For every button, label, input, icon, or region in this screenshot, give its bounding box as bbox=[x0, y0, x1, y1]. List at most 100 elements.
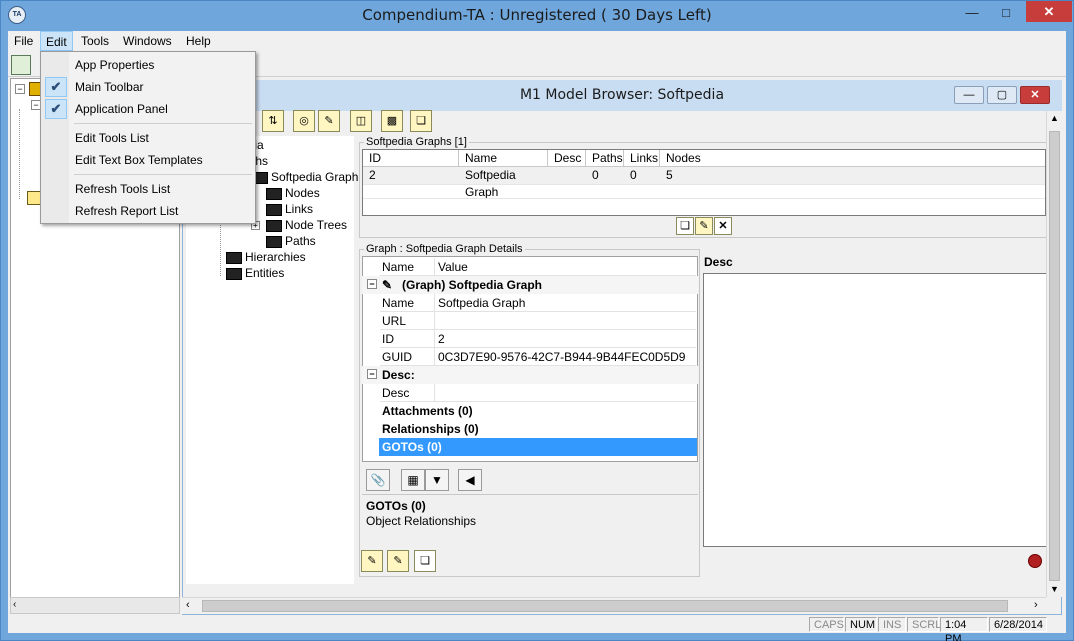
menu-item-app-properties[interactable]: App Properties bbox=[42, 54, 254, 76]
child-horizontal-scrollbar[interactable]: ‹ › bbox=[182, 597, 1046, 614]
table-cell: 0 bbox=[630, 168, 637, 182]
menu-item-refresh-report-list[interactable]: Refresh Report List bbox=[42, 200, 254, 222]
property-value[interactable] bbox=[434, 384, 696, 402]
property-value[interactable]: 2 bbox=[434, 330, 696, 348]
copy-icon[interactable]: ❏ bbox=[414, 550, 436, 572]
column-header-nodes[interactable]: Nodes bbox=[660, 150, 1045, 167]
menu-edit[interactable]: Edit bbox=[40, 31, 73, 51]
tree-item-paths[interactable]: Paths bbox=[266, 233, 316, 249]
scroll-thumb[interactable] bbox=[1049, 131, 1060, 581]
window-title: Compendium-TA : Unregistered ( 30 Days L… bbox=[362, 6, 712, 24]
menu-item-edit-text-box-templates[interactable]: Edit Text Box Templates bbox=[42, 149, 254, 171]
menu-item-application-panel[interactable]: ✔ Application Panel bbox=[42, 98, 254, 120]
child-vertical-scrollbar[interactable]: ▲ ▼ bbox=[1046, 111, 1062, 597]
property-name: Desc bbox=[380, 384, 434, 402]
minimize-button[interactable]: — bbox=[958, 2, 986, 24]
gotos-row[interactable]: GOTOs (0) bbox=[379, 438, 697, 456]
edit-icon[interactable]: ✎ bbox=[318, 110, 340, 132]
relationships-row[interactable]: Relationships (0) bbox=[362, 420, 698, 438]
desc-section-label: Desc: bbox=[382, 368, 415, 382]
menu-item-refresh-tools-list[interactable]: Refresh Tools List bbox=[42, 178, 254, 200]
property-value[interactable]: Softpedia Graph bbox=[434, 294, 696, 312]
caps-indicator: CAPS bbox=[809, 617, 844, 632]
column-header-name[interactable]: Name bbox=[459, 150, 548, 167]
attach-icon[interactable]: 📎 bbox=[366, 469, 390, 491]
tree-item-entities[interactable]: Entities bbox=[226, 265, 284, 281]
graph-section-header[interactable]: − ✎ (Graph) Softpedia Graph bbox=[362, 276, 698, 294]
copy-icon[interactable]: ❏ bbox=[410, 110, 432, 132]
expand-toggle[interactable]: − bbox=[15, 84, 25, 94]
left-horizontal-scrollbar[interactable]: ‹ bbox=[10, 597, 180, 614]
desc-textbox[interactable] bbox=[703, 273, 1047, 547]
scroll-thumb[interactable] bbox=[202, 600, 1008, 612]
status-time: 1:04 PM bbox=[940, 617, 988, 641]
column-header-desc[interactable]: Desc bbox=[548, 150, 586, 167]
report-icon[interactable] bbox=[27, 191, 41, 205]
maximize-button[interactable]: □ bbox=[992, 2, 1020, 24]
table-cell: 2 bbox=[369, 168, 376, 182]
column-header-links[interactable]: Links bbox=[624, 150, 660, 167]
collapse-toggle[interactable]: − bbox=[367, 369, 377, 379]
folder-icon bbox=[266, 219, 282, 232]
report-icon[interactable]: ▩ bbox=[381, 110, 403, 132]
menu-tools[interactable]: Tools bbox=[76, 31, 114, 51]
edit-graph-icon[interactable]: ✎ bbox=[695, 217, 713, 235]
delete-graph-icon[interactable]: ✕ bbox=[714, 217, 732, 235]
menu-file[interactable]: File bbox=[9, 31, 38, 51]
property-row[interactable]: ID 2 bbox=[362, 330, 698, 348]
dropdown-arrow-icon[interactable]: ▼ bbox=[425, 469, 449, 491]
property-value[interactable]: 0C3D7E90-9576-42C7-B944-9B44FEC0D5D9 bbox=[434, 348, 696, 366]
tree-item-links[interactable]: Links bbox=[266, 201, 313, 217]
menu-item-edit-tools-list[interactable]: Edit Tools List bbox=[42, 127, 254, 149]
column-header-paths[interactable]: Paths bbox=[586, 150, 624, 167]
property-row[interactable]: Desc bbox=[362, 384, 698, 402]
scroll-left-icon[interactable]: ‹ bbox=[186, 599, 190, 611]
stop-icon[interactable] bbox=[1028, 554, 1042, 568]
menu-item-main-toolbar[interactable]: ✔ Main Toolbar bbox=[42, 76, 254, 98]
details-group-label: Graph : Softpedia Graph Details bbox=[364, 243, 525, 255]
back-icon[interactable]: ◀ bbox=[458, 469, 482, 491]
folder-icon bbox=[266, 235, 282, 248]
menu-windows[interactable]: Windows bbox=[118, 31, 177, 51]
tree-item-nodes[interactable]: Nodes bbox=[266, 185, 320, 201]
child-close-button[interactable]: ✕ bbox=[1020, 86, 1050, 104]
column-header-value[interactable]: Value bbox=[434, 258, 696, 276]
panel-toggle-icon[interactable] bbox=[11, 55, 31, 75]
tree-item-node-trees[interactable]: Node Trees bbox=[266, 217, 347, 233]
find-icon[interactable]: ◎ bbox=[293, 110, 315, 132]
database-icon[interactable]: ◫ bbox=[350, 110, 372, 132]
tree-line bbox=[19, 109, 20, 199]
property-row[interactable]: GUID 0C3D7E90-9576-42C7-B944-9B44FEC0D5D… bbox=[362, 348, 698, 366]
close-button[interactable]: ✕ bbox=[1026, 1, 1072, 22]
tree-item-softpedia-graph[interactable]: Softpedia Graph bbox=[252, 169, 358, 185]
graphs-group-label: Softpedia Graphs [1] bbox=[364, 136, 469, 148]
menu-separator bbox=[74, 174, 252, 175]
checkmark-icon: ✔ bbox=[45, 99, 67, 119]
ins-indicator: INS bbox=[878, 617, 906, 632]
num-indicator: NUM bbox=[845, 617, 877, 632]
property-row[interactable]: URL bbox=[362, 312, 698, 330]
edit-menu: App Properties ✔ Main Toolbar ✔ Applicatio… bbox=[40, 51, 256, 224]
desc-section-header[interactable]: − Desc: bbox=[362, 366, 698, 384]
attachments-row[interactable]: Attachments (0) bbox=[362, 402, 698, 420]
property-row[interactable]: Name Softpedia Graph bbox=[362, 294, 698, 312]
property-value[interactable] bbox=[434, 312, 696, 330]
scroll-down-icon[interactable]: ▼ bbox=[1050, 584, 1059, 594]
refresh-icon[interactable]: ⇅ bbox=[262, 110, 284, 132]
child-restore-button[interactable]: ▢ bbox=[987, 86, 1017, 104]
goto-icon[interactable]: ▦ bbox=[401, 469, 425, 491]
new-graph-icon[interactable]: ❏ bbox=[676, 217, 694, 235]
tree-item-hierarchies[interactable]: Hierarchies bbox=[226, 249, 306, 265]
collapse-toggle[interactable]: − bbox=[367, 279, 377, 289]
properties-header-row: Name Value bbox=[362, 258, 698, 276]
edit-icon[interactable]: ✎ bbox=[361, 550, 383, 572]
child-minimize-button[interactable]: — bbox=[954, 86, 984, 104]
menu-help[interactable]: Help bbox=[181, 31, 216, 51]
scroll-right-icon[interactable]: › bbox=[1034, 599, 1038, 611]
edit-alt-icon[interactable]: ✎ bbox=[387, 550, 409, 572]
scroll-left-icon[interactable]: ‹ bbox=[13, 599, 16, 610]
column-header-id[interactable]: ID bbox=[363, 150, 459, 167]
column-header-name[interactable]: Name bbox=[380, 258, 434, 276]
scroll-up-icon[interactable]: ▲ bbox=[1050, 113, 1059, 123]
property-name: Name bbox=[380, 294, 434, 312]
